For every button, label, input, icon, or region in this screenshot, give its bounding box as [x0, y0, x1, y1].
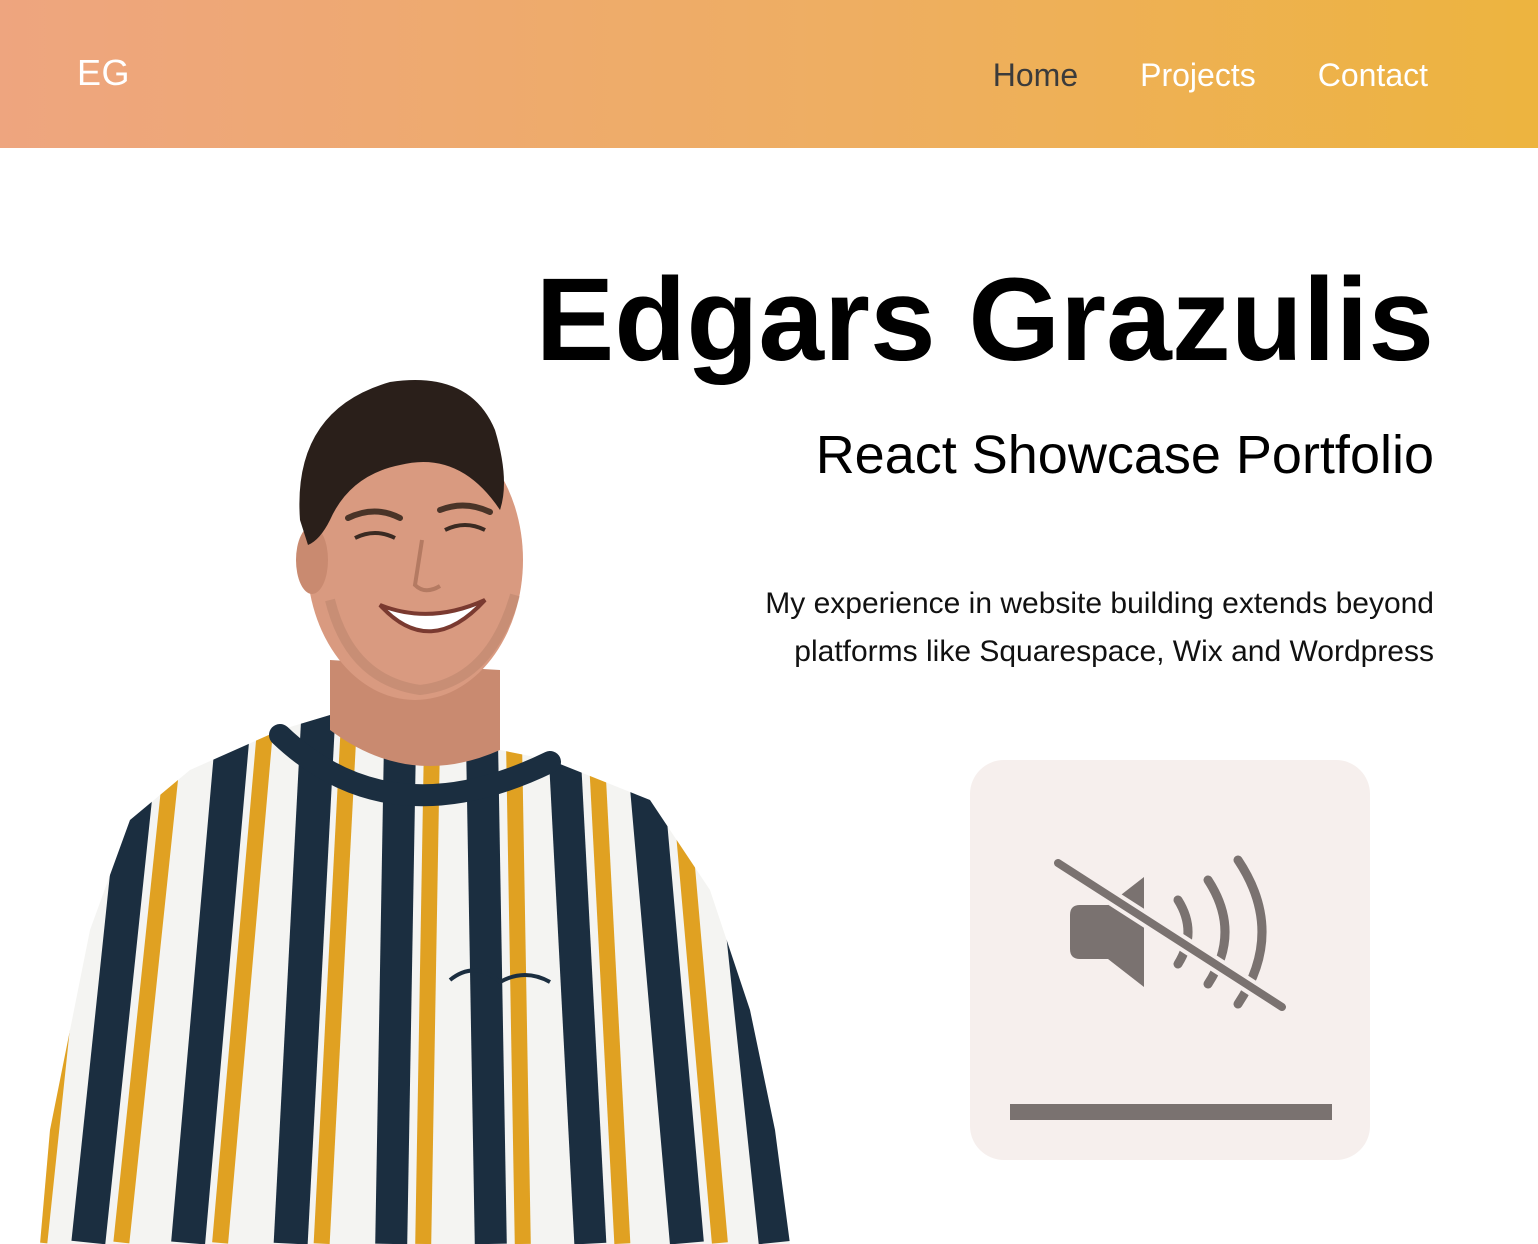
hero-description: My experience in website building extend…: [765, 587, 1434, 668]
sound-toggle-card[interactable]: [970, 760, 1370, 1160]
speaker-muted-icon[interactable]: [1050, 855, 1290, 1025]
nav-link-home[interactable]: Home: [993, 55, 1078, 95]
profile-photo: [40, 380, 790, 1244]
volume-slider[interactable]: [1010, 1104, 1332, 1120]
nav-link-contact[interactable]: Contact: [1318, 55, 1428, 95]
navbar: EG Home Projects Contact: [0, 0, 1538, 148]
nav-links: Home Projects Contact: [993, 55, 1428, 95]
logo-link[interactable]: EG: [77, 52, 130, 94]
nav-link-projects[interactable]: Projects: [1140, 55, 1256, 95]
hero-name: Edgars Grazulis: [535, 254, 1434, 386]
hero-subtitle: React Showcase Portfolio: [815, 425, 1434, 485]
